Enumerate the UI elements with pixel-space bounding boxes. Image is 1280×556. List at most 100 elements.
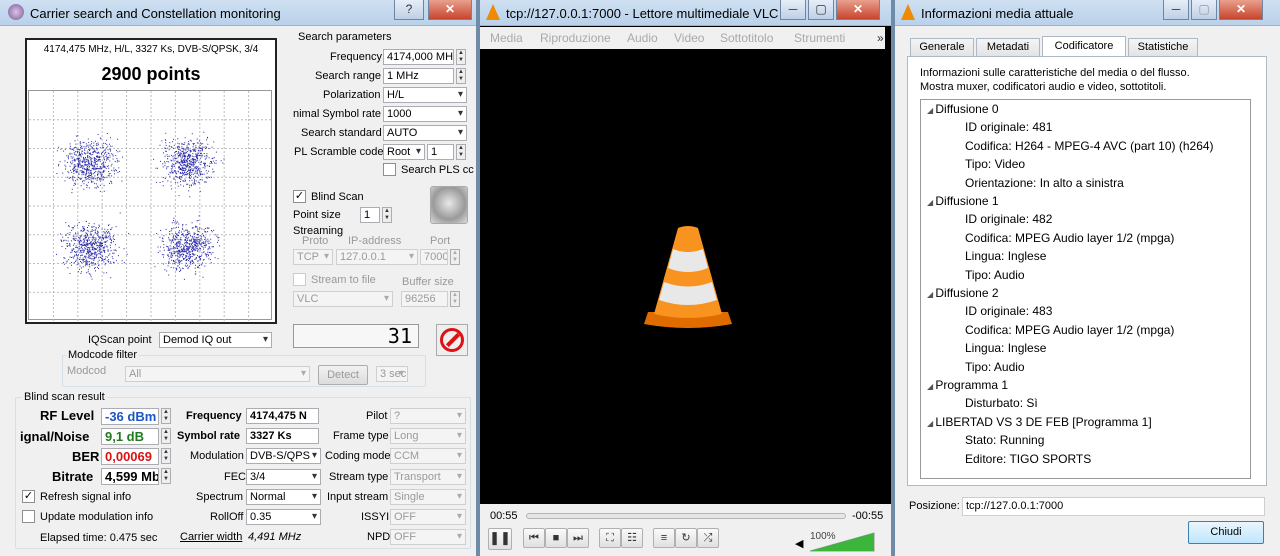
menu-video[interactable]: Video <box>674 31 704 45</box>
info-description-2: Mostra muxer, codificatori audio e video… <box>920 81 1167 93</box>
fec-label: FEC <box>224 471 246 483</box>
bitrate-spinner[interactable]: ▲ ▼ <box>161 468 171 484</box>
help-button[interactable]: ? <box>394 0 424 20</box>
shuffle-button[interactable]: ⤮ <box>697 528 719 548</box>
issyi-label: ISSYI <box>361 511 390 523</box>
fullscreen-button[interactable]: ⛶ <box>599 528 621 548</box>
volume-slider[interactable] <box>810 532 876 552</box>
input-stream-label: Input stream <box>327 491 389 503</box>
tree-leaf: Editore: TIGO SPORTS <box>965 452 1091 466</box>
signal-noise-spinner[interactable]: ▲ ▼ <box>161 428 171 444</box>
ip-address-select[interactable]: 127.0.0.1 <box>336 249 418 265</box>
menu-sottotitolo[interactable]: Sottotitolo <box>720 31 773 45</box>
info-window-title: Informazioni media attuale <box>921 6 1074 21</box>
npd-select[interactable]: OFF <box>390 529 466 545</box>
iqscan-select[interactable]: Demod IQ out <box>159 332 272 348</box>
stream-type-select[interactable]: Transport <box>390 469 466 485</box>
tree-node[interactable]: ◢ Diffusione 2 <box>927 286 999 300</box>
rf-level-value: -36 dBm <box>101 408 159 425</box>
proto-select[interactable]: TCP <box>293 249 333 265</box>
satellite-dish-icon[interactable] <box>430 186 468 224</box>
position-field[interactable]: tcp://127.0.0.1:7000 <box>962 497 1265 516</box>
vlc-close-button[interactable]: ✕ <box>836 0 880 20</box>
vlc-maximize-button[interactable]: ▢ <box>808 0 834 20</box>
menu-riproduzione[interactable]: Riproduzione <box>540 31 611 45</box>
pl-scramble-spinner[interactable]: ▲ ▼ <box>456 144 466 160</box>
frame-type-select[interactable]: Long <box>390 428 466 444</box>
extended-settings-button[interactable]: ☷ <box>621 528 643 548</box>
pause-button[interactable]: ❚❚ <box>488 528 512 550</box>
tree-leaf: Codifica: H264 - MPEG-4 AVC (part 10) (h… <box>965 139 1214 153</box>
loop-button[interactable]: ↻ <box>675 528 697 548</box>
signal-info-line: 4174,475 MHz, H/L, 3327 Ks, DVB-S/QPSK, … <box>43 44 259 55</box>
modcode-select[interactable]: All <box>125 366 310 382</box>
tab-metadati[interactable]: Metadati <box>976 38 1040 56</box>
tree-node[interactable]: ◢ Diffusione 0 <box>927 102 999 116</box>
stop-icon[interactable] <box>436 324 468 356</box>
menu-more[interactable]: » <box>877 31 884 45</box>
frequency-input[interactable]: 4174,000 MHz <box>383 49 454 65</box>
modulation-select[interactable]: DVB-S/QPS <box>246 448 321 464</box>
info-maximize-button[interactable]: ▢ <box>1191 0 1217 20</box>
carrier-width-label: Carrier width <box>180 531 243 543</box>
fec-select[interactable]: 3/4 <box>246 469 321 485</box>
buffer-spinner[interactable]: ▲ ▼ <box>450 291 460 307</box>
rolloff-select[interactable]: 0.35 <box>246 509 321 525</box>
tree-leaf: Disturbato: Sì <box>965 396 1038 410</box>
close-button[interactable]: ✕ <box>428 0 472 20</box>
polarization-select[interactable]: H/L <box>383 87 467 103</box>
frequency-spinner[interactable]: ▲ ▼ <box>456 49 466 65</box>
seek-bar[interactable] <box>526 513 846 519</box>
min-symbol-rate-select[interactable]: 1000 <box>383 106 467 122</box>
detect-seconds-select[interactable]: 3 sec <box>376 366 408 382</box>
point-size-input[interactable]: 1 <box>360 207 380 223</box>
refresh-signal-checkbox[interactable]: ✓ <box>22 490 35 503</box>
detect-button[interactable]: Detect <box>318 365 368 385</box>
pl-scramble-value-input[interactable]: 1 <box>427 144 454 160</box>
port-spinner[interactable]: ▲ ▼ <box>450 249 460 265</box>
ber-spinner[interactable]: ▲ ▼ <box>161 448 171 464</box>
tab-statistiche[interactable]: Statistiche <box>1128 38 1198 56</box>
issyi-select[interactable]: OFF <box>390 509 466 525</box>
coding-mode-label: Coding mode <box>325 450 391 462</box>
rf-level-spinner[interactable]: ▲ ▼ <box>161 408 171 424</box>
pilot-select[interactable]: ? <box>390 408 466 424</box>
vlc-minimize-button[interactable]: ─ <box>780 0 806 20</box>
playlist-button[interactable]: ≡ <box>653 528 675 548</box>
tab-codificatore[interactable]: Codificatore <box>1042 36 1126 57</box>
player-select[interactable]: VLC <box>293 291 393 307</box>
tab-generale[interactable]: Generale <box>910 38 974 56</box>
previous-button[interactable]: ⏮ <box>523 528 545 548</box>
tree-leaf: Codifica: MPEG Audio layer 1/2 (mpga) <box>965 231 1174 245</box>
ip-header: IP-address <box>348 235 402 247</box>
next-button[interactable]: ⏭ <box>567 528 589 548</box>
update-modulation-checkbox[interactable] <box>22 510 35 523</box>
spectrum-select[interactable]: Normal <box>246 489 321 505</box>
menu-strumenti[interactable]: Strumenti <box>794 31 845 45</box>
speaker-icon[interactable]: ◀ <box>795 537 803 550</box>
search-range-spinner[interactable]: ▲ ▼ <box>456 68 466 84</box>
tree-node[interactable]: ◢ Diffusione 1 <box>927 194 999 208</box>
chiudi-button[interactable]: Chiudi <box>1188 521 1264 544</box>
port-input[interactable]: 7000 <box>420 249 448 265</box>
stream-to-file-checkbox[interactable] <box>293 273 306 286</box>
point-size-spinner[interactable]: ▲ ▼ <box>382 207 392 223</box>
video-area[interactable] <box>480 49 891 504</box>
menu-media[interactable]: Media <box>490 31 523 45</box>
app-icon <box>8 4 24 20</box>
pl-scramble-mode-select[interactable]: Root <box>383 144 425 160</box>
search-pls-checkbox[interactable] <box>383 163 396 176</box>
stop-button[interactable]: ■ <box>545 528 567 548</box>
tree-node[interactable]: ◢ Programma 1 <box>927 378 1008 392</box>
info-minimize-button[interactable]: ─ <box>1163 0 1189 20</box>
tree-node[interactable]: ◢ LIBERTAD VS 3 DE FEB [Programma 1] <box>927 415 1152 429</box>
coding-mode-select[interactable]: CCM <box>390 448 466 464</box>
vlc-cone-logo <box>644 226 732 328</box>
blind-scan-checkbox[interactable]: ✓ <box>293 190 306 203</box>
search-standard-select[interactable]: AUTO <box>383 125 467 141</box>
info-close-button[interactable]: ✕ <box>1219 0 1263 20</box>
menu-audio[interactable]: Audio <box>627 31 658 45</box>
buffer-size-input[interactable]: 96256 <box>401 291 448 307</box>
input-stream-select[interactable]: Single <box>390 489 466 505</box>
search-range-input[interactable]: 1 MHz <box>383 68 454 84</box>
